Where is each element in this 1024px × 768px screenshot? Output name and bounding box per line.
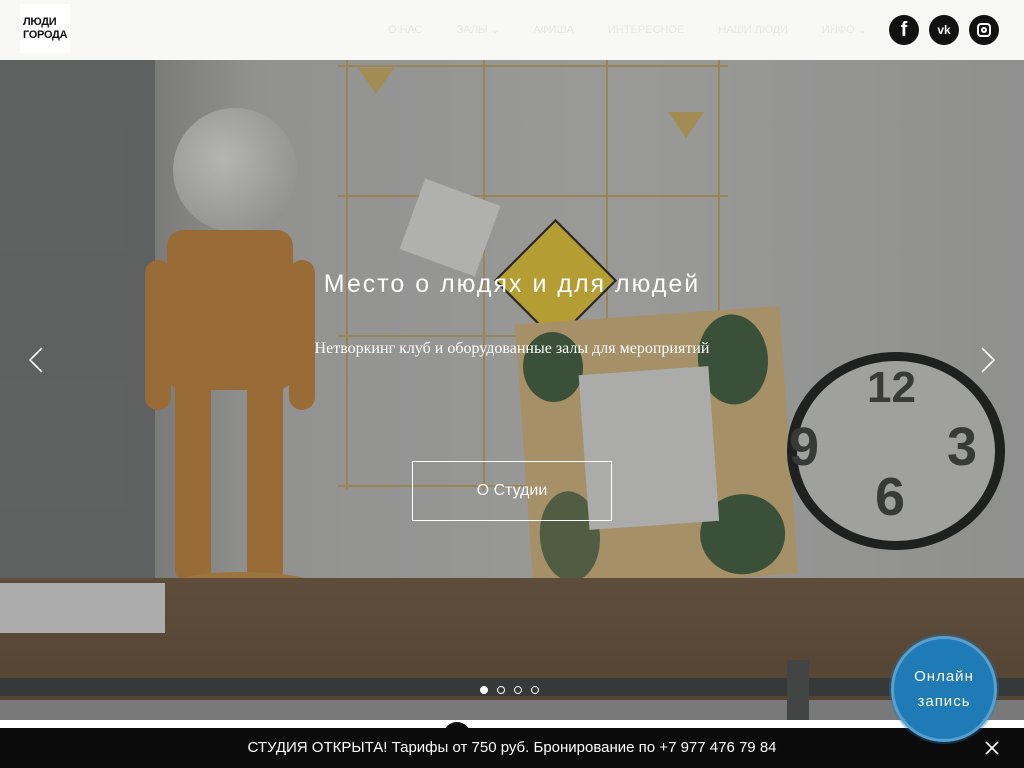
- slider-dot-3[interactable]: [514, 686, 522, 694]
- logo-line-1: ЛЮДИ: [23, 15, 57, 28]
- site-header: ЛЮДИ ГОРОДА О НАС ЗАЛЫ ⌄ АФИША ИНТЕРЕСНОЕ…: [0, 0, 1024, 60]
- online-booking-line-2: запись: [917, 693, 971, 710]
- site-logo[interactable]: ЛЮДИ ГОРОДА: [20, 4, 70, 53]
- hero-title: Место о людях и для людей: [323, 270, 701, 298]
- nav-item-halls[interactable]: ЗАЛЫ ⌄: [457, 24, 500, 36]
- notice-bar: СТУДИЯ ОТКРЫТА! Тарифы от 750 руб. Брони…: [0, 722, 1024, 768]
- slider-dot-2[interactable]: [497, 686, 505, 694]
- online-booking-line-1: Онлайн: [914, 668, 974, 685]
- instagram-icon[interactable]: [969, 15, 999, 45]
- nav-item-afisha[interactable]: АФИША: [533, 24, 574, 36]
- online-booking-button[interactable]: Онлайн запись: [891, 636, 997, 742]
- nav-item-info[interactable]: ИНФО ⌄: [822, 24, 866, 36]
- slider-dot-1[interactable]: [480, 686, 488, 694]
- logo-line-2: ГОРОДА: [23, 28, 68, 41]
- hero-slider: 12 3 9 6 Место о людях и для людей Нетво…: [0, 60, 1024, 720]
- notice-text: СТУДИЯ ОТКРЫТА! Тарифы от 750 руб. Брони…: [247, 739, 777, 756]
- nav-item-our-people[interactable]: НАШИ ЛЮДИ: [718, 24, 788, 36]
- slider-next-icon[interactable]: [972, 345, 1002, 375]
- slider-prev-icon[interactable]: [22, 345, 52, 375]
- vk-icon[interactable]: vk: [929, 15, 959, 45]
- close-icon[interactable]: [982, 738, 1002, 758]
- chevron-down-icon: ⌄: [491, 24, 500, 35]
- facebook-icon[interactable]: f: [889, 15, 919, 45]
- hero-subtitle: Нетворкинг клуб и оборудованные залы для…: [314, 340, 710, 357]
- nav-item-interesting[interactable]: ИНТЕРЕСНОЕ: [608, 24, 684, 36]
- slider-dot-4[interactable]: [531, 686, 539, 694]
- hero-overlay: [0, 60, 1024, 720]
- nav-item-about[interactable]: О НАС: [388, 24, 423, 36]
- main-nav: О НАС ЗАЛЫ ⌄ АФИША ИНТЕРЕСНОЕ НАШИ ЛЮДИ И…: [388, 0, 900, 60]
- chevron-down-icon: ⌄: [858, 24, 867, 35]
- slider-dots: [480, 686, 548, 694]
- about-studio-button[interactable]: О Студии: [412, 461, 612, 521]
- section-divider: [0, 720, 1024, 728]
